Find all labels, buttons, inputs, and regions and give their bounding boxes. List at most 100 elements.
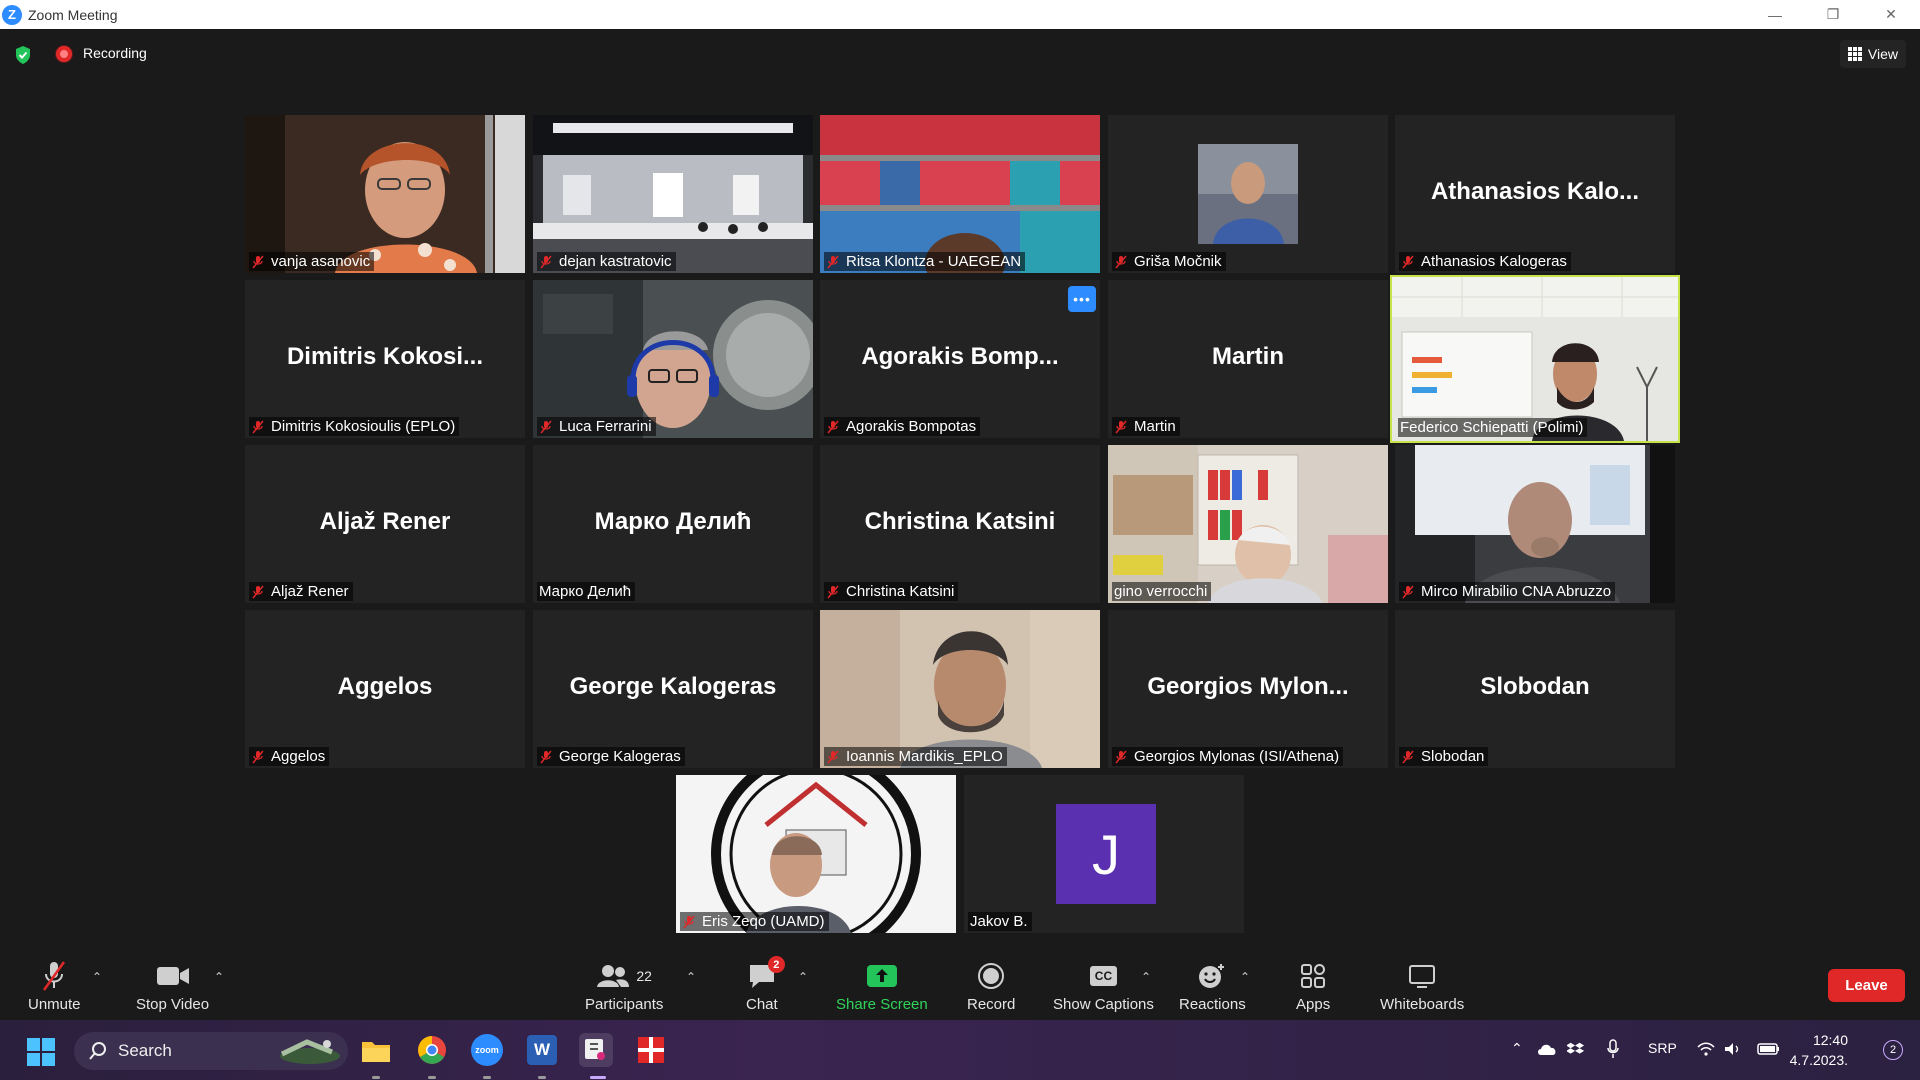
onedrive-cloud-icon[interactable] <box>1536 1042 1558 1056</box>
whiteboard-icon <box>1408 958 1436 994</box>
participant-tile[interactable]: Eris Zeqo (UAMD) <box>676 775 956 933</box>
view-label: View <box>1867 46 1898 62</box>
captions-icon-text: CC <box>1089 966 1118 986</box>
participant-tile[interactable]: Dimitris Kokosi... Dimitris Kokosioulis … <box>245 280 525 438</box>
video-options-chevron-icon[interactable]: ⌃ <box>214 970 224 984</box>
minimize-button[interactable]: — <box>1746 0 1804 29</box>
participant-tile[interactable]: J Jakov B. <box>964 775 1244 933</box>
recording-label: Recording <box>83 45 147 61</box>
muted-mic-icon <box>826 585 840 599</box>
file-explorer-icon[interactable] <box>359 1033 393 1067</box>
search-icon <box>89 1042 106 1060</box>
participant-tile[interactable]: ••• Agorakis Bomp... Agorakis Bompotas <box>820 280 1100 438</box>
participant-tile[interactable]: vanja asanovic <box>245 115 525 273</box>
muted-mic-icon <box>251 585 265 599</box>
battery-charging-icon[interactable] <box>1757 1042 1781 1056</box>
participant-name: Griša Močnik <box>1134 253 1222 270</box>
reactions-smiley-icon <box>1197 958 1227 994</box>
whiteboards-button[interactable]: Whiteboards <box>1380 958 1464 1013</box>
taskbar-clock[interactable]: 12:40 4.7.2023. <box>1790 1030 1848 1070</box>
participant-name: Agorakis Bompotas <box>846 418 977 435</box>
muted-mic-icon <box>1401 750 1415 764</box>
record-button[interactable]: Record <box>967 958 1015 1013</box>
participant-tile[interactable]: Georgios Mylon... Georgios Mylonas (ISI/… <box>1108 610 1388 768</box>
input-language[interactable]: SRP <box>1648 1040 1677 1056</box>
recording-indicator-icon[interactable] <box>56 46 72 62</box>
windows-start-icon[interactable] <box>27 1038 55 1066</box>
participant-tile[interactable]: Ioannis Mardikis_EPLO <box>820 610 1100 768</box>
running-indicator <box>483 1076 491 1079</box>
participant-tile[interactable]: George Kalogeras George Kalogeras <box>533 610 813 768</box>
participant-name-label: Ioannis Mardikis_EPLO <box>824 747 1007 766</box>
participant-name-label: gino verrocchi <box>1112 582 1212 601</box>
participant-big-name: Slobodan <box>1480 673 1590 700</box>
reactions-options-chevron-icon[interactable]: ⌃ <box>1240 970 1250 984</box>
zoom-app-icon-text: zoom <box>471 1034 503 1066</box>
close-button[interactable]: ✕ <box>1862 0 1920 29</box>
apps-button[interactable]: Apps <box>1296 958 1330 1013</box>
participant-tile[interactable]: Griša Močnik <box>1108 115 1388 273</box>
snipping-tool-icon[interactable] <box>579 1033 613 1067</box>
video-feed <box>1108 115 1388 273</box>
participant-big-name: Марко Делић <box>594 508 752 535</box>
active-speaker-tile[interactable]: Federico Schiepatti (Polimi) <box>1390 275 1680 443</box>
participant-name: Dimitris Kokosioulis (EPLO) <box>271 418 456 435</box>
taskbar-search[interactable]: Search <box>74 1032 348 1070</box>
dropbox-icon[interactable] <box>1567 1040 1585 1058</box>
participant-big-name: Christina Katsini <box>864 508 1056 535</box>
wifi-icon[interactable] <box>1697 1042 1715 1056</box>
participant-tile[interactable]: dejan kastratovic <box>533 115 813 273</box>
muted-mic-icon <box>1114 420 1128 434</box>
participant-tile[interactable]: Ritsa Klontza - UAEGEAN <box>820 115 1100 273</box>
volume-icon[interactable] <box>1724 1042 1742 1056</box>
participant-name: dejan kastratovic <box>559 253 672 270</box>
show-hidden-icons-chevron-icon[interactable]: ⌃ <box>1511 1040 1523 1057</box>
participant-name: Martin <box>1134 418 1176 435</box>
share-screen-icon <box>866 958 898 994</box>
participant-tile[interactable]: Aggelos Aggelos <box>245 610 525 768</box>
zoom-app-icon[interactable]: zoom <box>470 1033 504 1067</box>
leave-button[interactable]: Leave <box>1828 969 1905 1002</box>
participant-tile[interactable]: Christina Katsini Christina Katsini <box>820 445 1100 603</box>
show-captions-button[interactable]: CC Show Captions <box>1053 958 1154 1013</box>
word-icon[interactable]: W <box>525 1033 559 1067</box>
muted-mic-icon <box>251 255 265 269</box>
chat-options-chevron-icon[interactable]: ⌃ <box>798 970 808 984</box>
participants-button[interactable]: 22 Participants <box>585 958 663 1013</box>
share-screen-button[interactable]: Share Screen <box>836 958 928 1013</box>
participant-tile[interactable]: Slobodan Slobodan <box>1395 610 1675 768</box>
participant-big-name: Aggelos <box>337 673 433 700</box>
participant-tile[interactable]: Aljaž Rener Aljaž Rener <box>245 445 525 603</box>
restore-button[interactable]: ❐ <box>1804 0 1862 29</box>
reactions-button[interactable]: Reactions <box>1179 958 1246 1013</box>
participant-name: Aljaž Rener <box>271 583 349 600</box>
participant-tile[interactable]: Martin Martin <box>1108 280 1388 438</box>
captions-options-chevron-icon[interactable]: ⌃ <box>1141 970 1151 984</box>
participants-icon: 22 <box>596 958 652 994</box>
apps-icon <box>1299 958 1327 994</box>
participant-name: Mirco Mirabilio CNA Abruzzo <box>1421 583 1612 600</box>
notification-count-badge[interactable]: 2 <box>1883 1040 1903 1060</box>
chrome-icon[interactable] <box>415 1033 449 1067</box>
participant-name-label: Mirco Mirabilio CNA Abruzzo <box>1399 582 1616 601</box>
unmute-button[interactable]: Unmute <box>28 958 81 1013</box>
more-options-button[interactable]: ••• <box>1068 286 1096 312</box>
chat-label: Chat <box>746 996 778 1013</box>
stop-video-button[interactable]: Stop Video <box>136 958 209 1013</box>
participant-tile[interactable]: Марко Делић Марко Делић <box>533 445 813 603</box>
video-feed <box>1395 445 1675 603</box>
participant-big-name: Agorakis Bomp... <box>861 343 1059 370</box>
participant-tile[interactable]: gino verrocchi <box>1108 445 1388 603</box>
chat-button[interactable]: 2 Chat <box>746 956 785 1013</box>
participants-options-chevron-icon[interactable]: ⌃ <box>686 970 696 984</box>
participant-tile[interactable]: Mirco Mirabilio CNA Abruzzo <box>1395 445 1675 603</box>
participant-avatar: J <box>1056 804 1156 904</box>
participant-tile[interactable]: Athanasios Kalo... Athanasios Kalogeras <box>1395 115 1675 273</box>
security-shield-icon[interactable] <box>14 45 32 65</box>
audio-options-chevron-icon[interactable]: ⌃ <box>92 970 102 984</box>
view-button[interactable]: View <box>1839 40 1906 68</box>
microphone-in-use-icon[interactable] <box>1606 1039 1620 1059</box>
video-feed <box>676 775 956 933</box>
participant-tile[interactable]: Luca Ferrarini <box>533 280 813 438</box>
pinned-app-icon[interactable] <box>634 1033 668 1067</box>
